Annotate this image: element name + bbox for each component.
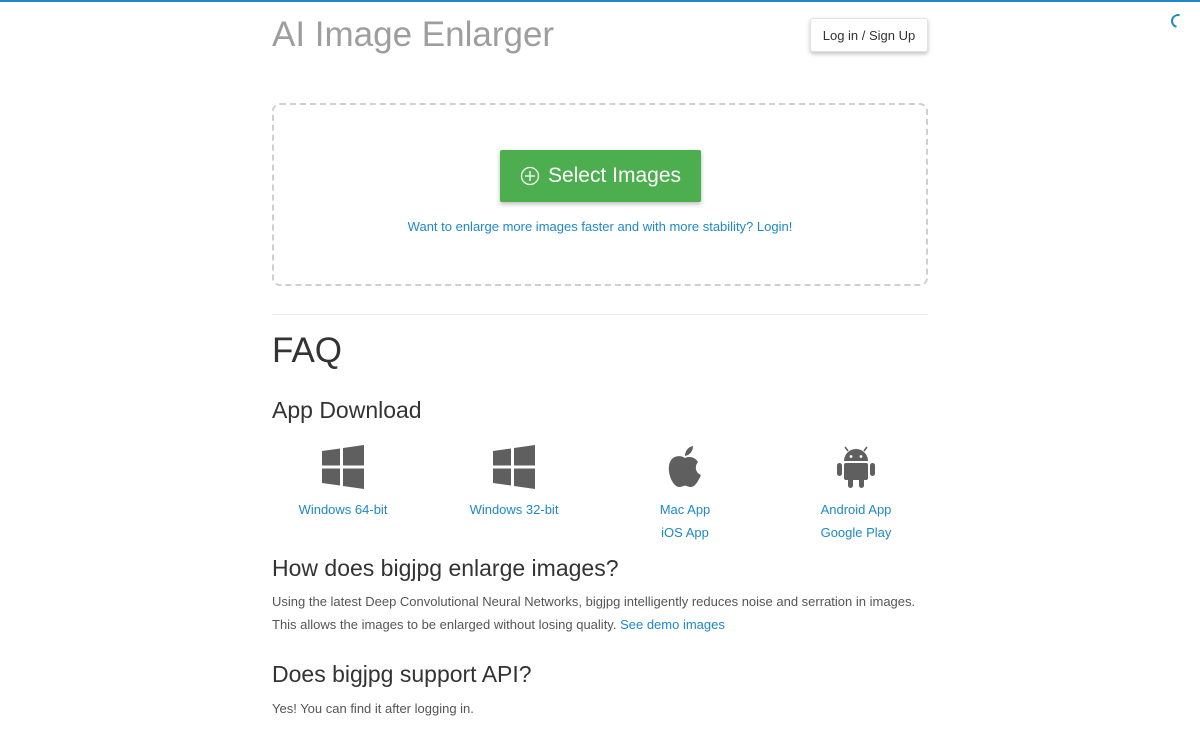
app-download-heading: App Download (272, 397, 422, 423)
apple-icon (668, 446, 701, 487)
select-images-label: Select Images (547, 164, 682, 187)
section-divider (272, 314, 928, 315)
loading-spinner-icon (1168, 11, 1188, 31)
windows-icon (493, 445, 535, 489)
app-apple: Mac App iOS App (605, 444, 765, 544)
how-it-works-text: Using the latest Deep Convolutional Neur… (272, 594, 916, 632)
ios-app-link[interactable]: iOS App (605, 521, 765, 544)
select-images-button[interactable]: Select Images (500, 150, 701, 202)
app-android: Android App Google Play (776, 444, 936, 544)
android-icon (837, 446, 875, 488)
page-title: AI Image Enlarger (272, 15, 555, 54)
page-progress-bar (0, 0, 1200, 2)
how-it-works-heading: How does bigjpg enlarge images? (272, 555, 619, 581)
demo-images-link[interactable]: See demo images (620, 617, 725, 632)
how-it-works-answer: Using the latest Deep Convolutional Neur… (272, 590, 928, 636)
windows-64-link[interactable]: Windows 64-bit (263, 498, 423, 521)
login-signup-button[interactable]: Log in / Sign Up (810, 18, 928, 52)
login-hint-link[interactable]: Want to enlarge more images faster and w… (274, 219, 926, 234)
app-windows-64: Windows 64-bit (263, 444, 423, 521)
app-download-grid: Windows 64-bit Windows 32-bit Mac App iO… (272, 444, 928, 544)
windows-32-link[interactable]: Windows 32-bit (434, 498, 594, 521)
android-app-link[interactable]: Android App (776, 498, 936, 521)
plus-circle-icon (520, 166, 540, 186)
app-windows-32: Windows 32-bit (434, 444, 594, 521)
windows-icon (322, 445, 364, 489)
upload-dropzone[interactable]: Select Images Want to enlarge more image… (272, 103, 928, 286)
api-heading: Does bigjpg support API? (272, 661, 532, 687)
mac-app-link[interactable]: Mac App (605, 498, 765, 521)
google-play-link[interactable]: Google Play (776, 521, 936, 544)
faq-title: FAQ (272, 331, 343, 370)
api-answer: Yes! You can find it after logging in. (272, 701, 474, 716)
